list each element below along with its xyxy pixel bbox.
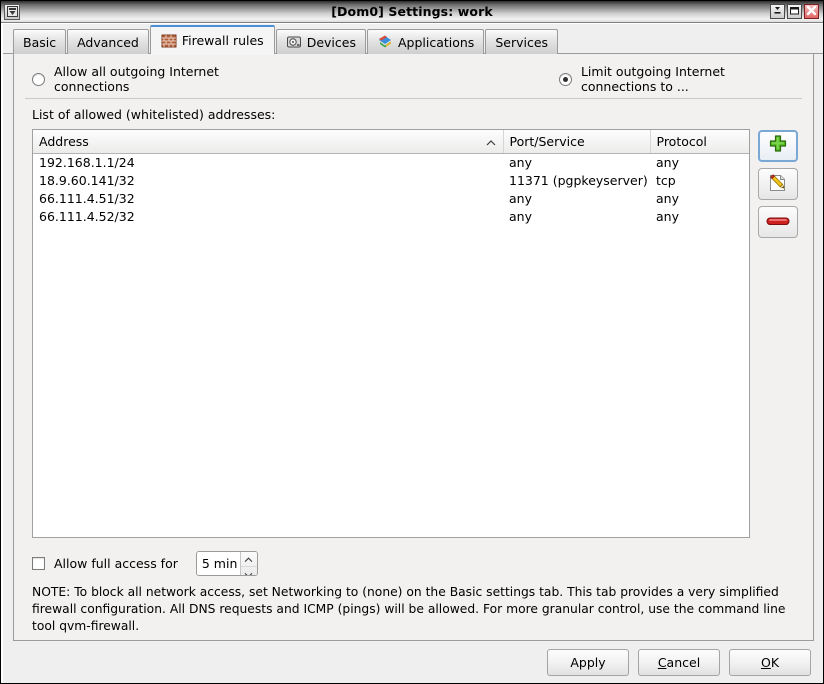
column-header-protocol[interactable]: Protocol [650,130,750,154]
tab-label: Services [495,35,548,50]
rules-table-area: Address Port/Service [24,129,803,538]
stepper-up-button[interactable] [241,552,257,567]
cell-port: any [503,190,650,208]
settings-window: [Dom0] Settings: work [0,0,824,684]
remove-rule-button[interactable] [758,206,798,238]
tab-label: Applications [398,35,474,50]
window-menu-icon [7,6,18,17]
table-row[interactable]: 66.111.4.52/32 any any [33,208,750,226]
cell-port: any [503,208,650,226]
sort-ascending-icon [486,134,496,149]
tab-label: Advanced [77,35,139,50]
window-controls [770,4,823,19]
minimize-icon [772,5,783,19]
window-menu-button[interactable] [4,4,20,20]
full-access-duration-stepper[interactable]: 5 min [196,551,258,576]
red-minus-icon [766,214,790,231]
full-access-row: Allow full access for 5 min [24,538,803,578]
pencil-edit-icon [767,172,789,197]
column-header-label: Protocol [657,134,707,149]
list-caption: List of allowed (whitelisted) addresses: [24,99,803,129]
radio-icon [559,73,572,86]
tab-advanced[interactable]: Advanced [67,29,149,54]
add-rule-button[interactable] [758,130,798,162]
maximize-icon [789,5,800,19]
rules-table-container[interactable]: Address Port/Service [32,129,750,538]
firewall-note: NOTE: To block all network access, set N… [24,578,803,635]
tab-label: Basic [23,35,56,50]
radio-limit-outgoing[interactable]: Limit outgoing Internet connections to .… [559,64,803,94]
minimize-button[interactable] [770,4,785,19]
tab-label: Firewall rules [182,33,264,48]
brick-wall-icon [161,33,177,49]
column-header-label: Address [39,134,89,149]
apply-button[interactable]: Apply [547,649,629,676]
applications-icon [377,34,393,50]
rule-action-buttons [758,129,798,238]
edit-rule-button[interactable] [758,168,798,200]
tab-label: Devices [307,35,356,50]
table-header-row: Address Port/Service [33,130,750,154]
disk-icon [286,34,302,50]
chevron-up-icon [244,552,253,566]
tab-devices[interactable]: Devices [276,29,366,54]
stepper-down-button[interactable] [241,567,257,576]
cell-port: 11371 (pgpkeyserver) [503,172,650,190]
cell-address: 66.111.4.52/32 [33,208,503,226]
radio-allow-all-outgoing[interactable]: Allow all outgoing Internet connections [32,64,266,94]
cell-protocol: any [650,154,750,173]
client-area: Basic Advanced [1,23,823,683]
cell-address: 18.9.60.141/32 [33,172,503,190]
radio-icon [32,73,45,86]
title-bar: [Dom0] Settings: work [1,1,823,23]
column-header-port-service[interactable]: Port/Service [503,130,650,154]
stepper-arrows [240,552,257,575]
maximize-button[interactable] [787,4,802,19]
dialog-button-bar: Apply Cancel OK [3,641,823,683]
cell-address: 192.168.1.1/24 [33,154,503,173]
cell-protocol: any [650,208,750,226]
firewall-rules-page: Allow all outgoing Internet connections … [13,54,814,641]
close-button[interactable] [804,4,819,19]
full-access-duration-value[interactable]: 5 min [197,552,240,575]
cell-port: any [503,154,650,173]
tab-firewall-rules[interactable]: Firewall rules [150,25,275,54]
cancel-button[interactable]: Cancel [638,649,720,676]
column-header-label: Port/Service [510,134,585,149]
tab-basic[interactable]: Basic [13,29,66,54]
column-header-address[interactable]: Address [33,130,503,154]
radio-label: Allow all outgoing Internet connections [54,64,266,94]
cell-protocol: any [650,190,750,208]
tab-bar: Basic Advanced [3,24,823,54]
cell-protocol: tcp [650,172,750,190]
connection-mode-row: Allow all outgoing Internet connections … [24,68,803,90]
table-row[interactable]: 66.111.4.51/32 any any [33,190,750,208]
cell-address: 66.111.4.51/32 [33,190,503,208]
full-access-label: Allow full access for [54,556,178,571]
table-row[interactable]: 18.9.60.141/32 11371 (pgpkeyserver) tcp [33,172,750,190]
close-icon [806,5,817,19]
full-access-checkbox[interactable] [32,557,45,570]
green-plus-icon [767,134,789,159]
ok-button[interactable]: OK [729,649,811,676]
table-row[interactable]: 192.168.1.1/24 any any [33,154,750,173]
window-title: [Dom0] Settings: work [1,4,823,19]
radio-label: Limit outgoing Internet connections to .… [581,64,803,94]
tab-applications[interactable]: Applications [367,29,484,54]
tab-services[interactable]: Services [485,29,558,54]
chevron-down-icon [244,567,253,576]
rules-table: Address Port/Service [33,130,750,226]
